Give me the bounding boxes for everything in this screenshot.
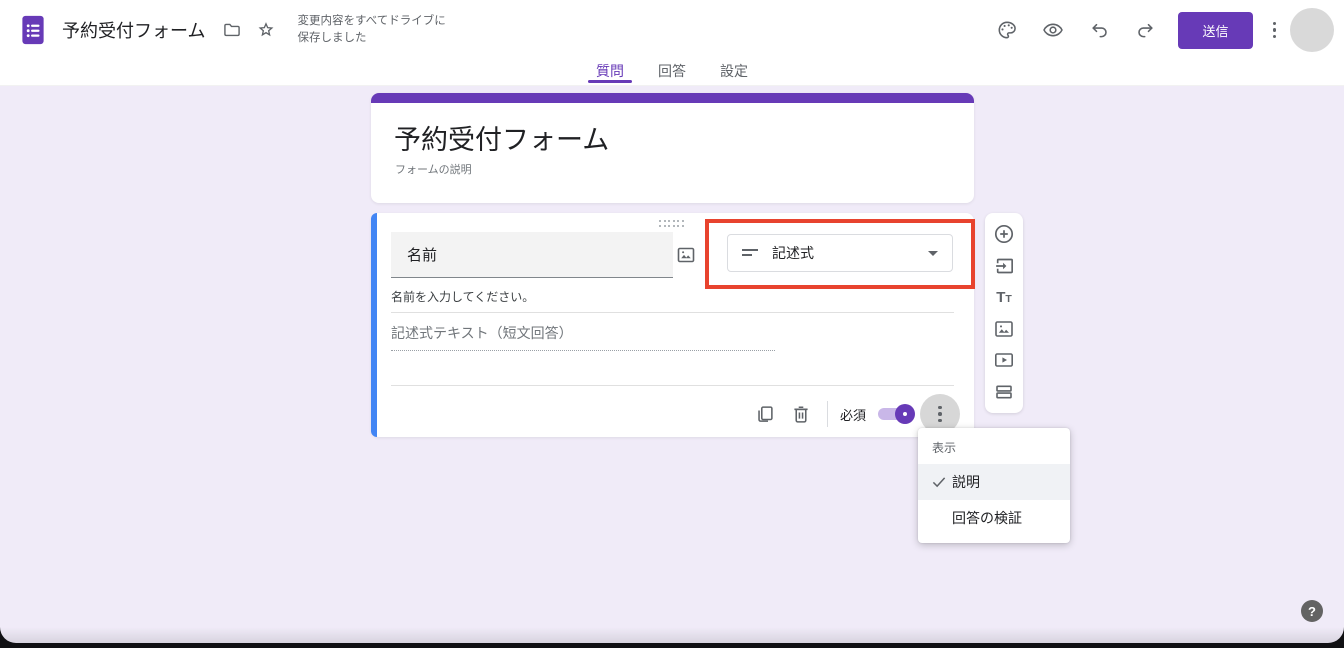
question-description[interactable]: 名前を入力してください。: [391, 288, 534, 305]
form-header-card: 予約受付フォーム フォームの説明: [371, 93, 974, 203]
divider: [391, 385, 954, 386]
answer-placeholder: 記述式テキスト（短文回答）: [391, 323, 775, 351]
form-description-field[interactable]: フォームの説明: [395, 161, 472, 177]
add-video-icon[interactable]: [992, 348, 1016, 372]
add-toolbar: TT: [985, 213, 1023, 413]
duplicate-question-icon[interactable]: [747, 396, 783, 432]
question-title-input[interactable]: 名前: [391, 232, 673, 278]
add-section-icon[interactable]: [992, 380, 1016, 404]
star-icon[interactable]: [249, 13, 283, 47]
selected-question-indicator: [371, 213, 377, 437]
menu-header: 表示: [918, 435, 1070, 464]
google-forms-window: 予約受付フォーム 変更内容をすべてドライブに保存しました: [0, 0, 1344, 643]
import-questions-icon[interactable]: [992, 254, 1016, 278]
drag-handle-icon[interactable]: [659, 220, 684, 227]
tab-settings[interactable]: 設定: [716, 60, 752, 85]
more-options-icon[interactable]: [1265, 16, 1285, 45]
document-title[interactable]: 予約受付フォーム: [62, 17, 205, 43]
divider: [391, 312, 954, 313]
chevron-down-icon: [928, 251, 938, 256]
form-title-field[interactable]: 予約受付フォーム: [394, 118, 609, 157]
question-options-menu: 表示 説明 回答の検証: [918, 428, 1070, 543]
delete-question-icon[interactable]: [783, 396, 819, 432]
save-status-text: 変更内容をすべてドライブに保存しました: [297, 13, 455, 46]
short-answer-icon: [742, 248, 758, 258]
add-title-icon[interactable]: TT: [992, 285, 1016, 309]
checkmark-icon: [918, 473, 950, 491]
question-type-label: 記述式: [772, 243, 814, 263]
undo-icon[interactable]: [1079, 10, 1119, 50]
forms-logo-icon[interactable]: [14, 11, 52, 49]
send-button[interactable]: 送信: [1178, 12, 1252, 49]
required-toggle[interactable]: [878, 408, 912, 420]
menu-item-description[interactable]: 説明: [918, 464, 1070, 500]
redo-icon[interactable]: [1125, 10, 1165, 50]
tab-bar: 質問 回答 設定: [0, 60, 1344, 86]
help-button[interactable]: ?: [1301, 600, 1323, 622]
add-image-icon[interactable]: [992, 317, 1016, 341]
add-image-to-question-icon[interactable]: [674, 243, 698, 267]
question-card: 名前 記述式 名前を入力してください。 記述式テキスト（短文回答）: [371, 213, 974, 437]
footer-divider: [827, 401, 828, 427]
required-label: 必須: [840, 405, 866, 424]
tab-questions[interactable]: 質問: [592, 60, 628, 85]
account-avatar[interactable]: [1290, 8, 1334, 52]
tab-responses[interactable]: 回答: [654, 60, 690, 85]
theme-palette-icon[interactable]: [987, 10, 1027, 50]
move-folder-icon[interactable]: [215, 13, 249, 47]
top-bar: 予約受付フォーム 変更内容をすべてドライブに保存しました: [0, 0, 1344, 60]
preview-eye-icon[interactable]: [1033, 10, 1073, 50]
question-type-dropdown[interactable]: 記述式: [727, 234, 953, 272]
menu-item-response-validation[interactable]: 回答の検証: [918, 500, 1070, 536]
add-question-icon[interactable]: [992, 222, 1016, 246]
